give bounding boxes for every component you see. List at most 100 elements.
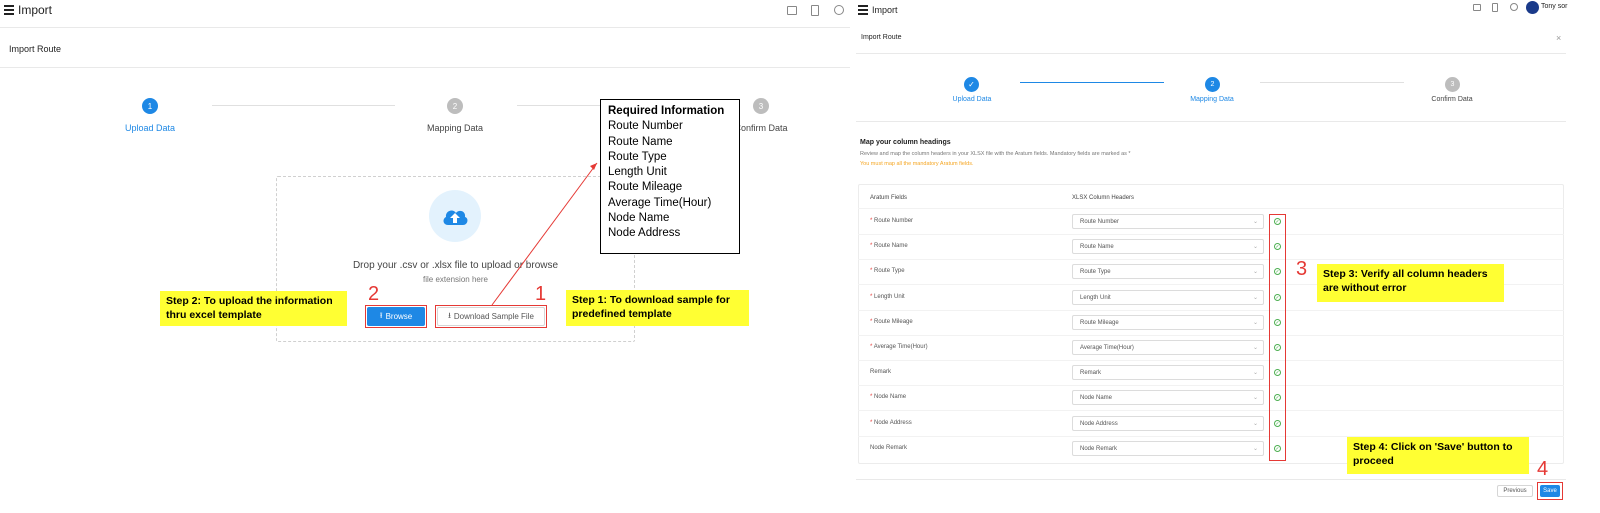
column-select-value: Remark <box>1080 369 1102 376</box>
map-subtitle: Review and map the column headers in you… <box>860 151 1131 157</box>
chevron-down-icon: ⌄ <box>1252 295 1258 301</box>
annotation-number-3: 3 <box>1296 258 1308 280</box>
step-1-label: Upload Data <box>952 96 992 103</box>
required-info-box: Required Information Route Number Route … <box>600 99 740 254</box>
column-select[interactable]: Route Name ⌄ <box>1072 239 1264 254</box>
column-select[interactable]: Average Time(Hour) ⌄ <box>1072 340 1264 355</box>
field-label-text: Node Remark <box>870 445 908 451</box>
step-3-circle: 3 <box>1445 77 1460 92</box>
chevron-down-icon: ⌄ <box>1252 370 1258 376</box>
annotation-step-4: Step 4: Click on 'Save' button to procee… <box>1347 437 1529 474</box>
row-separator <box>858 385 1564 386</box>
step-2-circle: 2 <box>1205 77 1220 92</box>
required-info-item: Route Name <box>608 135 673 148</box>
row-separator <box>858 234 1564 235</box>
previous-button[interactable]: Previous <box>1497 485 1533 497</box>
folder-icon[interactable] <box>1473 4 1481 11</box>
required-marker: * <box>870 420 873 426</box>
required-marker: * <box>870 319 873 325</box>
field-label-text: Route Type <box>874 268 905 274</box>
map-title: Map your column headings <box>860 139 951 146</box>
field-label: * Node Address <box>870 420 912 426</box>
page-title: Import Route <box>861 34 902 41</box>
row-separator <box>858 335 1564 336</box>
step-3-label: Confirm Data <box>1431 96 1473 103</box>
column-select-value: Node Name <box>1080 394 1113 401</box>
required-marker: * <box>870 218 873 224</box>
chevron-down-icon: ⌄ <box>1252 219 1258 225</box>
field-label: * Length Unit <box>870 294 905 300</box>
column-select[interactable]: Node Name ⌄ <box>1072 390 1264 405</box>
field-label: * Node Name <box>870 394 906 400</box>
required-info-item: Node Address <box>608 227 681 240</box>
step-connector <box>1260 82 1404 83</box>
required-marker: * <box>870 394 873 400</box>
map-warning: You must map all the mandatory Aratum fi… <box>860 161 974 167</box>
row-separator <box>858 360 1564 361</box>
required-info-item: Route Mileage <box>608 181 683 194</box>
step-connector <box>1020 82 1164 83</box>
column-select[interactable]: Remark ⌄ <box>1072 365 1264 380</box>
required-info-item: Length Unit <box>608 166 667 179</box>
field-label: * Route Mileage <box>870 319 913 325</box>
field-label-text: Remark <box>870 369 892 375</box>
field-label-text: Node Address <box>874 420 912 426</box>
save-button[interactable]: Save <box>1540 485 1560 497</box>
required-info-item: Node Name <box>608 212 670 225</box>
app-title: Import <box>872 5 898 15</box>
field-label-text: Average Time(Hour) <box>873 344 928 350</box>
required-info-title: Required Information <box>608 105 725 117</box>
column-select-value: Average Time(Hour) <box>1080 344 1134 351</box>
field-label: Node Remark <box>870 445 907 451</box>
menu-icon[interactable] <box>858 3 868 17</box>
column-select-value: Node Address <box>1080 420 1118 427</box>
field-label: * Route Name <box>870 243 908 249</box>
user-name[interactable]: Tony sor <box>1541 3 1567 10</box>
required-marker: * <box>870 268 873 274</box>
field-label: * Route Type <box>870 268 905 274</box>
field-label-text: Route Mileage <box>874 319 913 325</box>
annotation-arrow <box>491 162 598 306</box>
required-info-item: Route Number <box>608 120 683 133</box>
required-info-item: Average Time(Hour) <box>608 196 712 209</box>
row-separator <box>858 259 1564 260</box>
row-separator <box>858 410 1564 411</box>
field-label-text: Node Name <box>874 394 907 400</box>
column-select[interactable]: Node Address ⌄ <box>1072 416 1264 431</box>
annotation-step-3: Step 3: Verify all column headers are wi… <box>1317 264 1504 302</box>
gear-icon[interactable] <box>1510 3 1518 11</box>
avatar[interactable] <box>1526 1 1539 14</box>
divider <box>856 479 1566 480</box>
field-label: * Average Time(Hour) <box>870 344 928 350</box>
column-select-value: Route Type <box>1080 268 1111 275</box>
step-1-circle: ✓ <box>964 77 979 92</box>
step-2-label: Mapping Data <box>1190 96 1234 103</box>
column-select[interactable]: Route Number ⌄ <box>1072 214 1264 229</box>
app-header: Import <box>858 3 898 17</box>
chevron-down-icon: ⌄ <box>1252 345 1258 351</box>
column-select-value: Node Remark <box>1080 445 1118 452</box>
chevron-down-icon: ⌄ <box>1252 244 1258 250</box>
divider <box>856 53 1566 54</box>
chevron-down-icon: ⌄ <box>1252 320 1258 326</box>
divider <box>856 121 1566 122</box>
field-label: * Route Number <box>870 218 913 224</box>
col-header-aratum-fields: Aratum Fields <box>870 195 908 201</box>
field-label: Remark <box>870 369 891 375</box>
column-select[interactable]: Route Mileage ⌄ <box>1072 315 1264 330</box>
annotation-number-4: 4 <box>1537 458 1549 480</box>
row-separator <box>858 310 1564 311</box>
column-select-value: Route Name <box>1080 243 1114 250</box>
chevron-down-icon: ⌄ <box>1252 395 1258 401</box>
column-select[interactable]: Node Remark ⌄ <box>1072 441 1264 456</box>
required-marker: * <box>870 294 873 300</box>
document-icon[interactable] <box>1492 3 1498 12</box>
field-label-text: Route Number <box>874 218 914 224</box>
column-select-value: Length Unit <box>1080 294 1111 301</box>
close-icon[interactable]: × <box>1556 33 1561 43</box>
column-select[interactable]: Length Unit ⌄ <box>1072 290 1264 305</box>
annotation-highlight <box>1269 214 1286 461</box>
column-select-value: Route Number <box>1080 218 1120 225</box>
required-marker: * <box>870 243 873 249</box>
column-select[interactable]: Route Type ⌄ <box>1072 264 1264 279</box>
